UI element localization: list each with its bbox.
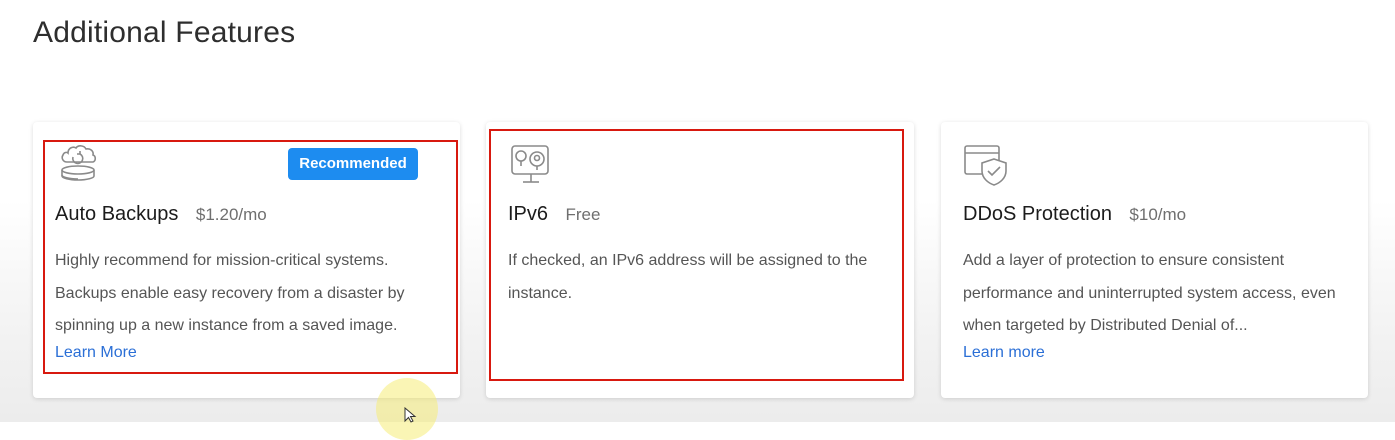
card-title: IPv6 (508, 203, 549, 225)
card-header: Auto Backups $1.20/mo (55, 203, 267, 226)
card-title: Auto Backups (55, 203, 179, 225)
feature-card-ipv6[interactable]: IPv6 Free If checked, an IPv6 address wi… (486, 122, 914, 398)
card-header: IPv6 Free (508, 203, 600, 226)
card-description: Highly recommend for mission-critical sy… (55, 252, 405, 334)
ipv6-network-icon (508, 142, 554, 188)
backup-icon (55, 142, 101, 188)
card-description: If checked, an IPv6 address will be assi… (508, 252, 868, 302)
card-price: $10/mo (1129, 205, 1187, 224)
recommended-badge: Recommended (288, 148, 418, 180)
feature-card-auto-backups[interactable]: Recommended Auto Backups $1.20/mo Highly… (33, 122, 460, 398)
mouse-cursor-icon (404, 406, 418, 428)
learn-more-link[interactable]: Learn More (55, 344, 137, 362)
card-title: DDoS Protection (963, 203, 1112, 225)
card-price: $1.20/mo (195, 205, 267, 224)
learn-more-link[interactable]: Learn more (963, 344, 1045, 362)
ddos-shield-icon (963, 142, 1009, 188)
card-header: DDoS Protection $10/mo (963, 203, 1186, 226)
card-description: Add a layer of protection to ensure cons… (963, 252, 1336, 334)
card-price: Free (565, 205, 601, 224)
page-title: Additional Features (33, 16, 296, 49)
feature-card-ddos-protection[interactable]: DDoS Protection $10/mo Add a layer of pr… (941, 122, 1368, 398)
